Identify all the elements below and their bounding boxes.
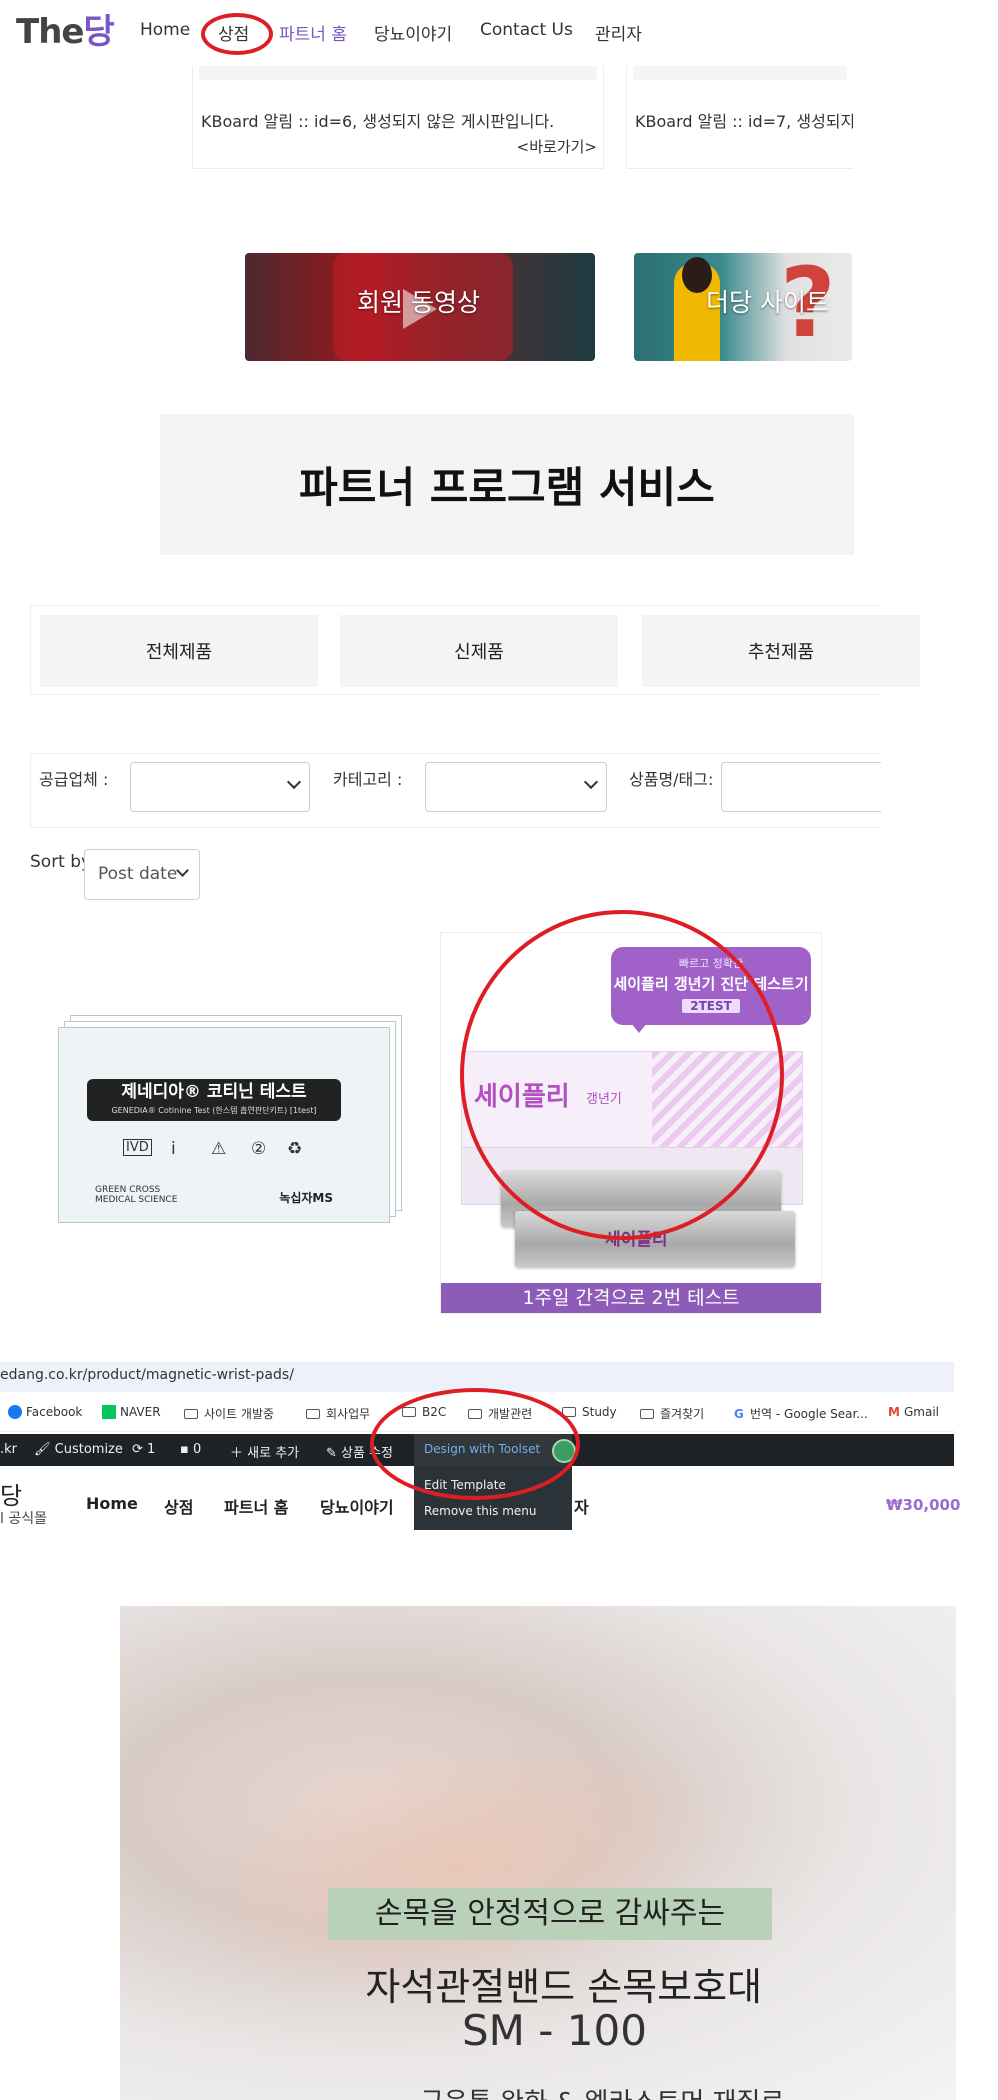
sort-select[interactable]: Post date [84, 849, 200, 900]
sort-by-label: Sort by [30, 852, 92, 872]
annotation-circle-product [460, 910, 784, 1240]
product-title: 제네디아® 코티닌 테스트 [121, 1082, 307, 1102]
category-label: 카테고리 : [333, 770, 403, 789]
nav2-shop[interactable]: 상점 [164, 1494, 193, 1518]
chevron-down-icon [286, 774, 302, 790]
brush-icon: 🖌 [34, 1442, 55, 1457]
kboard-go-link[interactable]: <바로가기> [517, 136, 597, 157]
sort-value: Post date [98, 864, 178, 884]
bookmark-folder-work[interactable]: 회사업무 [306, 1405, 370, 1422]
banner-site-guide[interactable]: ? 더당 사이트 [634, 253, 852, 361]
supplier-select[interactable] [130, 762, 310, 812]
comment-icon: ▪ [180, 1442, 193, 1457]
banner-text: 더당 사이트 [706, 288, 829, 317]
ivd-icon: IVD [123, 1139, 152, 1156]
tab-recommended-products[interactable]: 추천제품 [642, 615, 920, 687]
gmail-icon: M [888, 1405, 900, 1419]
admin-comments[interactable]: ▪ 0 [180, 1442, 201, 1457]
tab-new-products[interactable]: 신제품 [340, 615, 618, 687]
folder-icon [184, 1409, 198, 1419]
hero-model: SM - 100 [462, 2006, 647, 2055]
maker-left: GREEN CROSS MEDICAL SCIENCE [95, 1185, 178, 1205]
admin-customize[interactable]: 🖌 Customize [34, 1442, 123, 1457]
maker-right: 녹십자MS [279, 1191, 333, 1205]
annotation-circle-shop [201, 13, 273, 55]
bookmark-facebook[interactable]: Facebook [8, 1405, 82, 1419]
nav-diabetes-story[interactable]: 당뇨이야기 [374, 20, 452, 45]
nav-home[interactable]: Home [140, 20, 190, 40]
pencil-icon: ✎ [326, 1446, 342, 1461]
bookmark-folder-favorites[interactable]: 즐겨찾기 [640, 1405, 704, 1422]
kboard-card-top [199, 66, 597, 80]
site-logo-2[interactable]: 당 [0, 1476, 22, 1511]
do-not-reuse-icon: ② [251, 1139, 267, 1159]
banner-text: 회원 동영상 [357, 288, 480, 317]
url-text: edang.co.kr/product/magnetic-wrist-pads/ [0, 1367, 294, 1383]
updates-icon: ⟳ [132, 1442, 148, 1457]
name-tag-input[interactable] [721, 762, 881, 812]
folder-icon [306, 1409, 320, 1419]
nav2-diabetes-story[interactable]: 당뇨이야기 [320, 1494, 394, 1518]
hero-title: 자석관절밴드 손목보호대 [365, 1965, 762, 2009]
bookmark-folder-dev[interactable]: 사이트 개발중 [184, 1405, 274, 1422]
facebook-icon [8, 1405, 22, 1419]
bookmark-folder-study[interactable]: Study [562, 1405, 617, 1419]
admin-new[interactable]: ＋ 새로 추가 [230, 1442, 299, 1461]
hero-tagline: 손목을 안정적으로 감싸주는 [328, 1888, 772, 1940]
plus-icon: ＋ [230, 1446, 248, 1461]
bookmark-gmail[interactable]: M Gmail [888, 1405, 939, 1419]
product-footer-caption: 1주일 간격으로 2번 테스트 [441, 1283, 821, 1313]
partner-program-section: 파트너 프로그램 서비스 [160, 414, 854, 555]
hero-subtitle: 근육통 완화 & 엘라스토머 재질로 [420, 2082, 784, 2100]
site-logo-2-sub: l 공식몰 [0, 1511, 47, 1527]
google-icon: G [734, 1407, 744, 1421]
name-tag-label: 상품명/태그: [629, 770, 714, 789]
bookmark-google-translate[interactable]: G 번역 - Google Sear... [734, 1405, 868, 1422]
recycle-icon: ♻ [287, 1139, 303, 1159]
product-subtitle: GENEDIA® Cotinine Test (한스템 흡연판단키트) [1te… [111, 1106, 317, 1115]
info-icon: i [171, 1139, 176, 1159]
kboard-message: KBoard 알림 :: id=7, 생성되지 않 [635, 112, 853, 131]
nav-partner-home[interactable]: 파트너 홈 [279, 20, 347, 45]
product-hero-image: 손목을 안정적으로 감싸주는 자석관절밴드 손목보호대 SM - 100 근육통… [120, 1606, 956, 2100]
product-tabs: 전체제품 신제품 추천제품 [30, 605, 920, 695]
product-filters: 공급업체 : 카테고리 : 상품명/태그: [30, 753, 881, 828]
tab-all-products[interactable]: 전체제품 [40, 615, 318, 687]
site-logo[interactable]: The당 [16, 4, 115, 53]
annotation-circle-toolset [370, 1388, 580, 1500]
chevron-down-icon [583, 774, 599, 790]
kboard-card-1: KBoard 알림 :: id=6, 생성되지 않은 게시판입니다. <바로가기… [192, 66, 604, 169]
cart-total[interactable]: ₩30,000 [886, 1496, 960, 1514]
admin-site-link[interactable]: .kr [0, 1442, 17, 1457]
category-select[interactable] [425, 762, 607, 812]
product-label: 제네디아® 코티닌 테스트 GENEDIA® Cotinine Test (한스… [87, 1079, 341, 1121]
nav-contact-us[interactable]: Contact Us [480, 20, 573, 40]
warning-icon: ⚠ [211, 1139, 227, 1159]
nav2-admin[interactable]: 자 [574, 1494, 589, 1518]
bookmark-naver[interactable]: NAVER [102, 1405, 161, 1419]
kboard-card-2: KBoard 알림 :: id=7, 생성되지 않 [626, 66, 853, 169]
menu-remove-this-menu[interactable]: Remove this menu [424, 1504, 537, 1518]
banner-member-video[interactable]: 회원 동영상 [245, 253, 595, 361]
admin-updates[interactable]: ⟳ 1 [132, 1442, 155, 1457]
nav2-home[interactable]: Home [86, 1494, 138, 1513]
supplier-label: 공급업체 : [39, 770, 109, 789]
naver-icon [102, 1405, 116, 1419]
nav2-partner-home[interactable]: 파트너 홈 [224, 1494, 288, 1518]
nav-admin[interactable]: 관리자 [595, 20, 642, 45]
product-cotinine-test[interactable]: 제네디아® 코티닌 테스트 GENEDIA® Cotinine Test (한스… [58, 1027, 390, 1223]
chevron-down-icon [176, 864, 189, 877]
folder-icon [640, 1409, 654, 1419]
kboard-card-top [633, 66, 847, 80]
kboard-message: KBoard 알림 :: id=6, 생성되지 않은 게시판입니다. [201, 112, 555, 131]
partner-program-title: 파트너 프로그램 서비스 [299, 463, 715, 512]
